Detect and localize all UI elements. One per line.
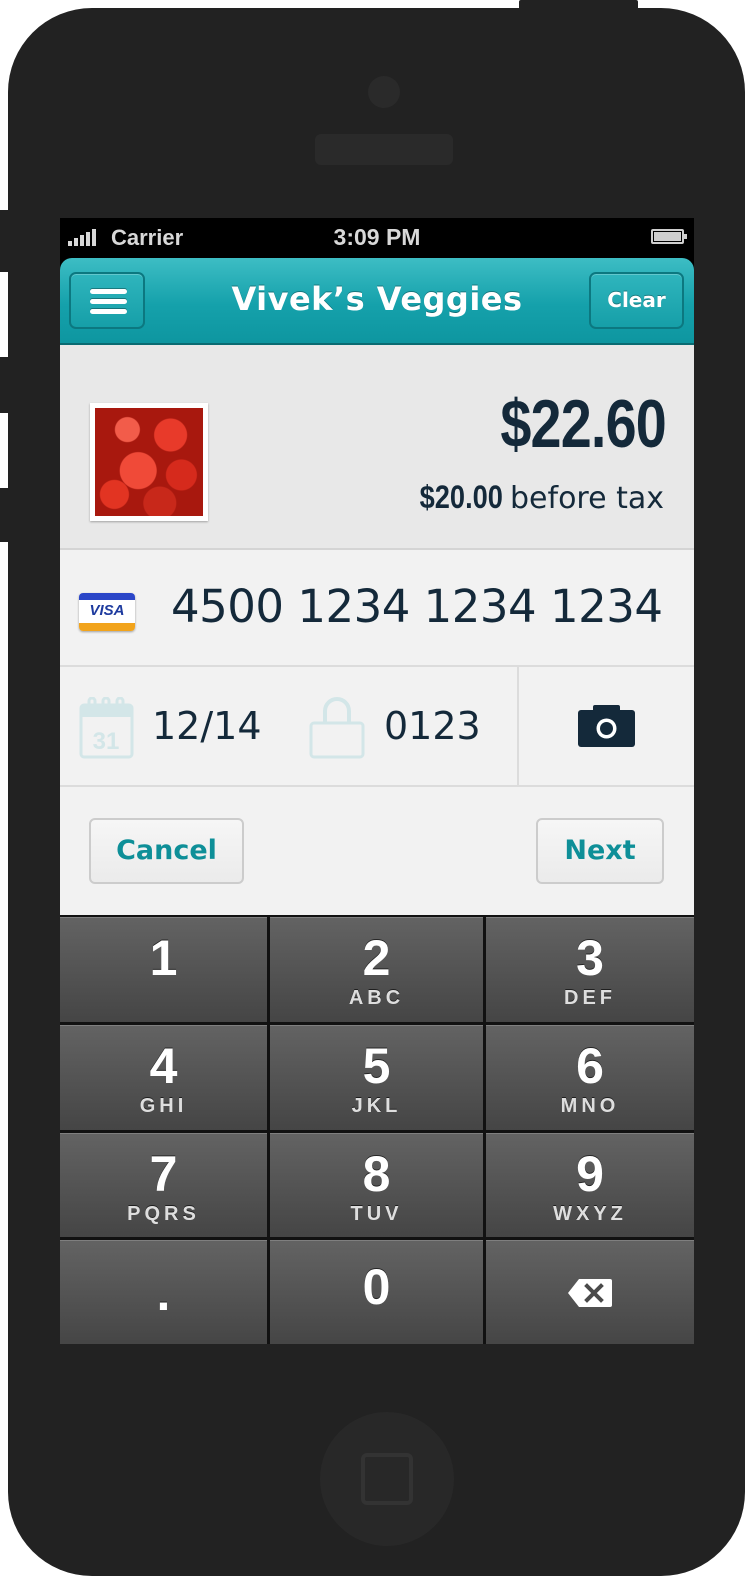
key-8[interactable]: 8 TUV (270, 1133, 483, 1237)
key-letters: ABC (348, 987, 405, 1009)
order-summary: $22.60 $20.00 before tax (60, 345, 694, 550)
calendar-day: 31 (93, 728, 120, 755)
camera-icon[interactable] (578, 705, 635, 747)
next-button[interactable]: Next (536, 818, 664, 884)
divider (517, 667, 519, 785)
product-thumbnail (90, 403, 208, 521)
key-number: 2 (362, 930, 391, 986)
key-6[interactable]: 6 MNO (486, 1025, 694, 1130)
lock-icon (309, 697, 365, 759)
key-letters: DEF (564, 987, 616, 1009)
front-camera (368, 76, 400, 108)
key-number: . (156, 1265, 171, 1321)
numeric-keypad: 1 2 ABC 3 DEF 4 GHI 5 JKL 6 MNO 7 PQRS 8… (60, 915, 694, 1344)
key-5[interactable]: 5 JKL (270, 1025, 483, 1130)
volume-down-button[interactable] (0, 488, 10, 542)
key-4[interactable]: 4 GHI (60, 1025, 267, 1130)
key-1[interactable]: 1 (60, 917, 267, 1022)
total-amount: $22.60 (500, 386, 666, 462)
expiry-field[interactable]: 12/14 (152, 704, 262, 748)
cancel-button[interactable]: Cancel (89, 818, 244, 884)
backspace-icon (568, 1279, 612, 1307)
tomatoes-image (95, 408, 203, 516)
key-9[interactable]: 9 WXYZ (486, 1133, 694, 1237)
cvv-field[interactable]: 0123 (384, 704, 481, 748)
key-letters: JKL (351, 1095, 402, 1117)
card-number-field[interactable]: VISA 4500 1234 1234 1234 (60, 550, 694, 667)
key-delete[interactable] (486, 1240, 694, 1344)
key-number: 0 (362, 1259, 391, 1315)
card-number: 4500 1234 1234 1234 (171, 580, 663, 633)
battery-icon (651, 229, 687, 244)
mute-switch[interactable] (0, 210, 10, 272)
key-0[interactable]: 0 (270, 1240, 483, 1344)
key-2[interactable]: 2 ABC (270, 917, 483, 1022)
key-letters: GHI (139, 1095, 188, 1117)
visa-card-icon: VISA (79, 593, 135, 631)
key-number: 9 (576, 1146, 604, 1202)
key-letters: MNO (560, 1095, 620, 1117)
subtotal-suffix: before tax (500, 481, 664, 516)
card-details-row: 31 12/14 0123 (60, 667, 694, 787)
key-number: 3 (576, 930, 604, 986)
key-letters: WXYZ (553, 1203, 627, 1225)
key-number: 8 (362, 1146, 391, 1202)
subtotal-amount: $20.00 (419, 479, 503, 515)
status-time: 3:09 PM (333, 224, 421, 250)
key-3[interactable]: 3 DEF (486, 917, 694, 1022)
key-7[interactable]: 7 PQRS (60, 1133, 267, 1237)
key-number: 4 (149, 1038, 178, 1094)
screen: Carrier 3:09 PM Vivek’s Veggies Clear $2… (60, 218, 694, 1344)
home-square-icon (361, 1453, 413, 1505)
key-number: 1 (149, 930, 178, 986)
power-button[interactable] (519, 0, 638, 12)
key-letters: TUV (350, 1203, 403, 1225)
nav-bar: Vivek’s Veggies Clear (60, 258, 694, 345)
key-decimal[interactable]: . (60, 1240, 267, 1344)
key-number: 5 (362, 1038, 391, 1094)
home-button[interactable] (320, 1412, 454, 1546)
status-bar: Carrier 3:09 PM (60, 218, 694, 258)
subtotal-line: $20.00 before tax (405, 479, 664, 516)
clear-button[interactable]: Clear (589, 272, 684, 329)
key-number: 6 (576, 1038, 604, 1094)
calendar-icon: 31 (79, 697, 134, 759)
key-number: 7 (149, 1146, 178, 1202)
card-brand-label: VISA (89, 602, 125, 619)
earpiece-speaker (315, 134, 453, 165)
action-bar: Cancel Next (60, 787, 694, 915)
key-letters: PQRS (127, 1203, 200, 1225)
volume-up-button[interactable] (0, 357, 10, 413)
